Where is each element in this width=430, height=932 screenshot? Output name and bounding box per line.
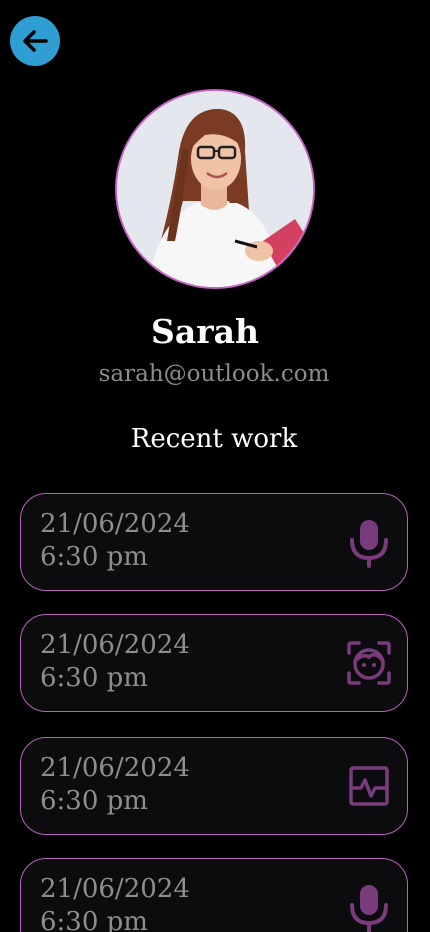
recent-work-title: Recent work xyxy=(130,424,298,454)
arrow-left-icon xyxy=(23,30,48,52)
item-time: 6:30 pm xyxy=(40,663,148,693)
pulse-scan-icon xyxy=(349,766,389,806)
microphone-icon xyxy=(350,885,388,932)
item-time: 6:30 pm xyxy=(40,786,148,816)
item-date: 21/06/2024 xyxy=(40,874,190,904)
face-scan-icon xyxy=(347,641,391,685)
avatar xyxy=(115,89,315,289)
microphone-icon xyxy=(350,520,388,568)
recent-work-item[interactable]: 21/06/2024 6:30 pm xyxy=(20,493,408,591)
profile-photo xyxy=(117,91,313,287)
profile-screen: Sarah sarah@outlook.com Recent work 21/0… xyxy=(0,0,430,932)
item-date: 21/06/2024 xyxy=(40,753,190,783)
recent-work-item[interactable]: 21/06/2024 6:30 pm xyxy=(20,614,408,712)
recent-work-item[interactable]: 21/06/2024 6:30 pm xyxy=(20,858,408,932)
item-time: 6:30 pm xyxy=(40,907,148,932)
profile-email: sarah@outlook.com xyxy=(98,361,330,387)
item-time: 6:30 pm xyxy=(40,542,148,572)
recent-work-item[interactable]: 21/06/2024 6:30 pm xyxy=(20,737,408,835)
profile-name: Sarah xyxy=(151,312,259,351)
item-date: 21/06/2024 xyxy=(40,630,190,660)
item-date: 21/06/2024 xyxy=(40,509,190,539)
back-button[interactable] xyxy=(10,16,60,66)
